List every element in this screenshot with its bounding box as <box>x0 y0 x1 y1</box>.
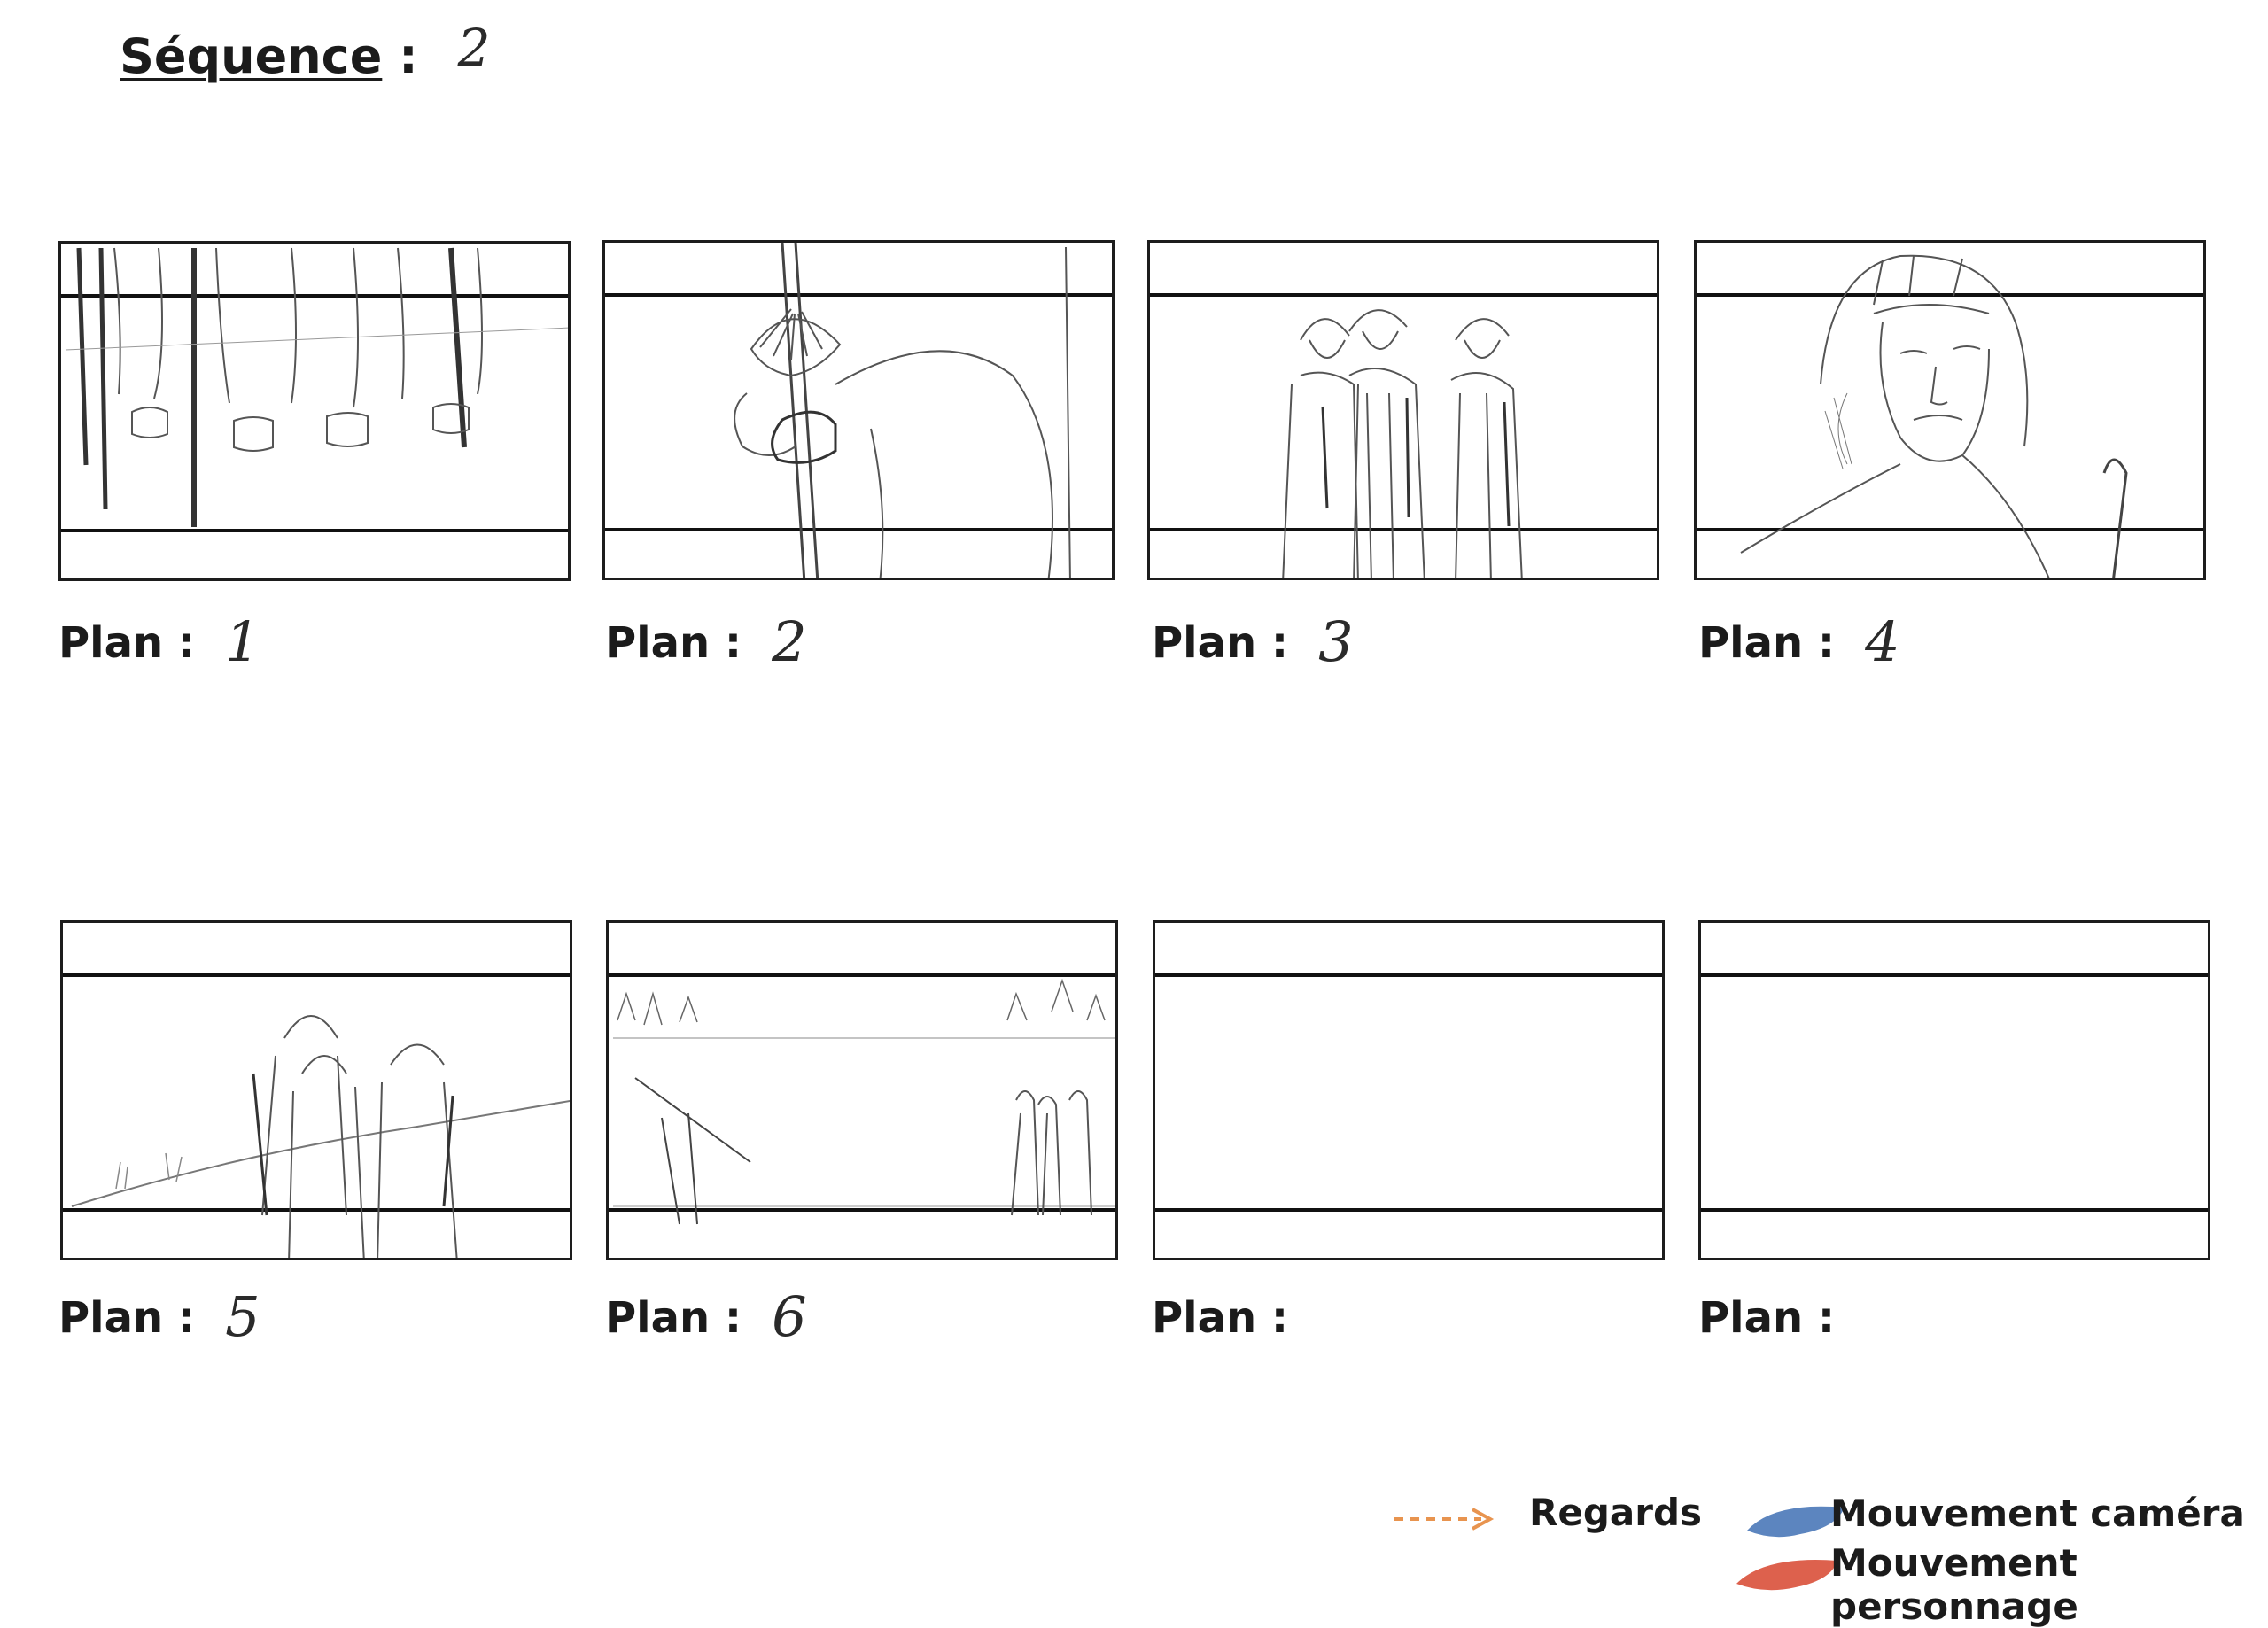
plan-number: 3 <box>1318 609 1354 674</box>
storyboard-panel-1 <box>58 241 571 581</box>
plan-label-4: Plan : 4 <box>1698 606 1900 674</box>
plan-label-5: Plan : 5 <box>58 1281 260 1349</box>
letterbox-bottom <box>1701 1208 2208 1212</box>
red-stroke-icon <box>1736 1560 1837 1591</box>
sketch-pilgrims-feet <box>65 247 568 527</box>
plan-label-6: Plan : 6 <box>605 1281 807 1349</box>
plan-label-text: Plan : <box>605 618 742 668</box>
plan-number: 4 <box>1865 609 1900 674</box>
legend-regards: Regards <box>1529 1491 1703 1534</box>
storyboard-panel-6 <box>606 920 1118 1260</box>
plan-label-text: Plan : <box>1152 1293 1289 1343</box>
legend-mouvement-camera: Mouvement caméra <box>1830 1492 2245 1535</box>
plan-label-text: Plan : <box>1152 618 1289 668</box>
sketch-scallop-shell-hand <box>734 243 1071 578</box>
storyboard-panel-4 <box>1694 240 2206 580</box>
sequence-colon: : <box>399 28 418 84</box>
letterbox-top <box>1155 973 1662 977</box>
sketch-pilgrims-walking <box>71 1015 570 1258</box>
plan-label-7: Plan : <box>1152 1281 1318 1345</box>
plan-number: 5 <box>225 1284 260 1349</box>
plan-number: 2 <box>772 609 807 674</box>
letterbox-bottom <box>1155 1208 1662 1212</box>
plan-label-text: Plan : <box>58 618 196 668</box>
plan-label-2: Plan : 2 <box>605 606 807 674</box>
plan-label-8: Plan : <box>1698 1281 1865 1345</box>
letterbox-top <box>1701 973 2208 977</box>
storyboard-panel-5 <box>60 920 572 1260</box>
plan-label-text: Plan : <box>58 1293 196 1343</box>
storyboard-panel-2 <box>602 240 1115 580</box>
sequence-title: Séquence : 2 <box>120 18 490 85</box>
dashed-arrow-icon <box>1394 1508 1495 1531</box>
sequence-number: 2 <box>457 18 491 78</box>
plan-label-text: Plan : <box>1698 618 1836 668</box>
legend-mouvement-personnage: Mouvement personnage <box>1830 1541 2078 1628</box>
plan-number: 1 <box>225 609 260 674</box>
plan-label-1: Plan : 1 <box>58 606 260 674</box>
plan-number: 6 <box>772 1284 807 1349</box>
sketch-soldiers-and-pilgrims <box>613 978 1115 1225</box>
storyboard-panel-7 <box>1153 920 1665 1260</box>
sequence-label: Séquence <box>120 28 383 84</box>
sketch-pilgrim-portrait <box>1740 254 2128 578</box>
storyboard-panel-8 <box>1698 920 2210 1260</box>
plan-label-text: Plan : <box>605 1293 742 1343</box>
sketch-three-pilgrims <box>1282 309 1523 578</box>
plan-label-text: Plan : <box>1698 1293 1836 1343</box>
storyboard-panel-3 <box>1147 240 1659 580</box>
plan-label-3: Plan : 3 <box>1152 606 1354 674</box>
